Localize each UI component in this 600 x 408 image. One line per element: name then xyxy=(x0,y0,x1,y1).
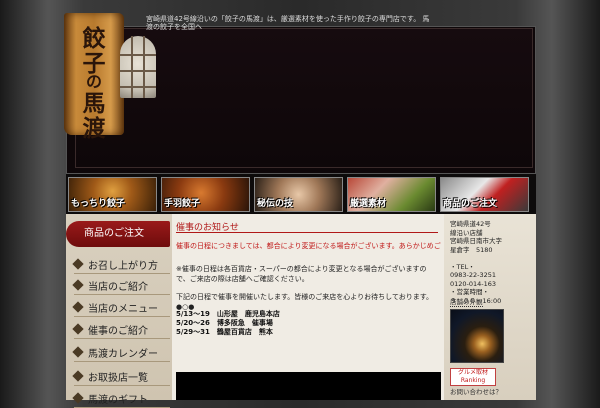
gourmet-ranking-badge[interactable]: グルメ取材 Ranking xyxy=(450,368,496,386)
store-info-line: 宮崎県日南市大字 xyxy=(450,237,502,245)
body-paragraph: 下記の日程で催事を開催いたします。皆様のご来店を心よりお待ちしております。●○● xyxy=(176,293,434,311)
nav-tile-hiden-waza[interactable]: 秘伝の技 xyxy=(254,177,343,212)
sidebar-item-gifts[interactable]: 馬渡のギフト xyxy=(72,388,170,408)
nav-tile-label: もっちり餃子 xyxy=(71,199,126,209)
sidebar-item-events[interactable]: 催事のご紹介 xyxy=(72,319,170,339)
embedded-video[interactable] xyxy=(176,372,441,400)
nav-tile-label: 厳選素材 xyxy=(350,199,387,209)
store-photo-link[interactable]: 店舗の外観 xyxy=(450,296,483,307)
sidebar-item-about-store[interactable]: 当店のご紹介 xyxy=(72,275,170,295)
sidebar-item-label: 馬渡カレンダー xyxy=(88,349,158,360)
event-date-item: 5/20〜26 博多阪急 催事場 xyxy=(176,319,273,327)
sidebar-item-label: 馬渡のギフト xyxy=(88,395,148,406)
sidebar-item-label: お召し上がり方 xyxy=(88,261,158,272)
store-logo-signboard[interactable]: 餃 子 の 馬 渡 xyxy=(64,13,124,142)
sidebar-item-menu[interactable]: 当店のメニュー xyxy=(72,297,170,317)
sidebar-item-how-to-eat[interactable]: お召し上がり方 xyxy=(72,254,170,274)
main-nav: もっちり餃子 手羽餃子 秘伝の技 厳選素材 商品のご注文 xyxy=(66,174,536,214)
nav-tile-tebasaki-gyoza[interactable]: 手羽餃子 xyxy=(161,177,250,212)
site-tagline: 宮崎県道42号線沿いの「餃子の馬渡」は、厳選素材を使った手作り餃子の専門店です。… xyxy=(146,15,430,31)
diamond-bullet-icon xyxy=(72,370,84,382)
diamond-bullet-icon xyxy=(72,258,84,270)
sidebar-item-label: 当店のご紹介 xyxy=(88,282,148,293)
sidebar-item-label: 当店のメニュー xyxy=(88,304,158,315)
nav-tile-label: 商品のご注文 xyxy=(443,199,498,209)
sidebar-item-label: 催事のご紹介 xyxy=(88,326,148,337)
store-phone[interactable]: 0983-22-3251 xyxy=(450,271,502,280)
right-sidebar: 宮崎県道42号 線沿い店舗 宮崎県日南市大字 星倉字 5180 ・TEL・ 09… xyxy=(444,214,536,400)
notice-text: 催事の日程につきましては、都合により変更になる場合がございます。あらかじめご了承… xyxy=(176,242,441,250)
nav-tile-label: 手羽餃子 xyxy=(164,199,201,209)
diamond-bullet-icon xyxy=(72,301,84,313)
diamond-bullet-icon xyxy=(72,392,84,404)
sidebar: 商品のご注文 お召し上がり方 当店のご紹介 当店のメニュー 催事のご紹介 馬渡カ… xyxy=(66,214,172,408)
diamond-bullet-icon xyxy=(72,346,84,358)
event-date-item: 5/29〜31 鶴屋百貨店 熊本 xyxy=(176,328,273,336)
shoji-window-image xyxy=(120,36,156,98)
store-exterior-photo[interactable] xyxy=(450,309,504,363)
logo-char: 渡 xyxy=(82,115,106,142)
sidebar-order-heading[interactable]: 商品のご注文 xyxy=(66,221,170,247)
nav-tile-label: 秘伝の技 xyxy=(257,199,294,209)
store-info-line: 宮崎県道42号 xyxy=(450,220,491,228)
store-info-line xyxy=(450,254,502,263)
store-phone[interactable]: 0120-014-163 xyxy=(450,280,502,289)
nav-tile-mochimochi-gyoza[interactable]: もっちり餃子 xyxy=(68,177,157,212)
diamond-bullet-icon xyxy=(72,323,84,335)
sidebar-item-label: お取扱店一覧 xyxy=(88,373,148,384)
store-info-line: 線沿い店舗 xyxy=(450,228,483,237)
title-divider xyxy=(176,232,438,233)
diamond-bullet-icon xyxy=(72,279,84,291)
store-info-line: ・TEL・ xyxy=(450,262,475,271)
inquiry-link[interactable]: お問い合わせは？ xyxy=(450,386,502,396)
store-info-line: 星倉字 5180 xyxy=(450,245,493,254)
event-date-list: 5/13〜19 山形屋 鹿児島本店 5/20〜26 博多阪急 催事場 5/29〜… xyxy=(176,310,280,337)
sidebar-item-calendar[interactable]: 馬渡カレンダー xyxy=(72,342,170,362)
event-date-item: 5/13〜19 山形屋 鹿児島本店 xyxy=(176,310,280,318)
body-paragraph: ※催事の日程は各百貨店・スーパーの都合により変更となる場合がございますので、ご来… xyxy=(176,265,427,283)
store-info: 宮崎県道42号 線沿い店舗 宮崎県日南市大字 星倉字 5180 ・TEL・ 09… xyxy=(450,220,502,305)
nav-tile-gensen-sozai[interactable]: 厳選素材 xyxy=(347,177,436,212)
nav-tile-order[interactable]: 商品のご注文 xyxy=(440,177,529,212)
sidebar-item-retailers[interactable]: お取扱店一覧 xyxy=(72,366,170,386)
